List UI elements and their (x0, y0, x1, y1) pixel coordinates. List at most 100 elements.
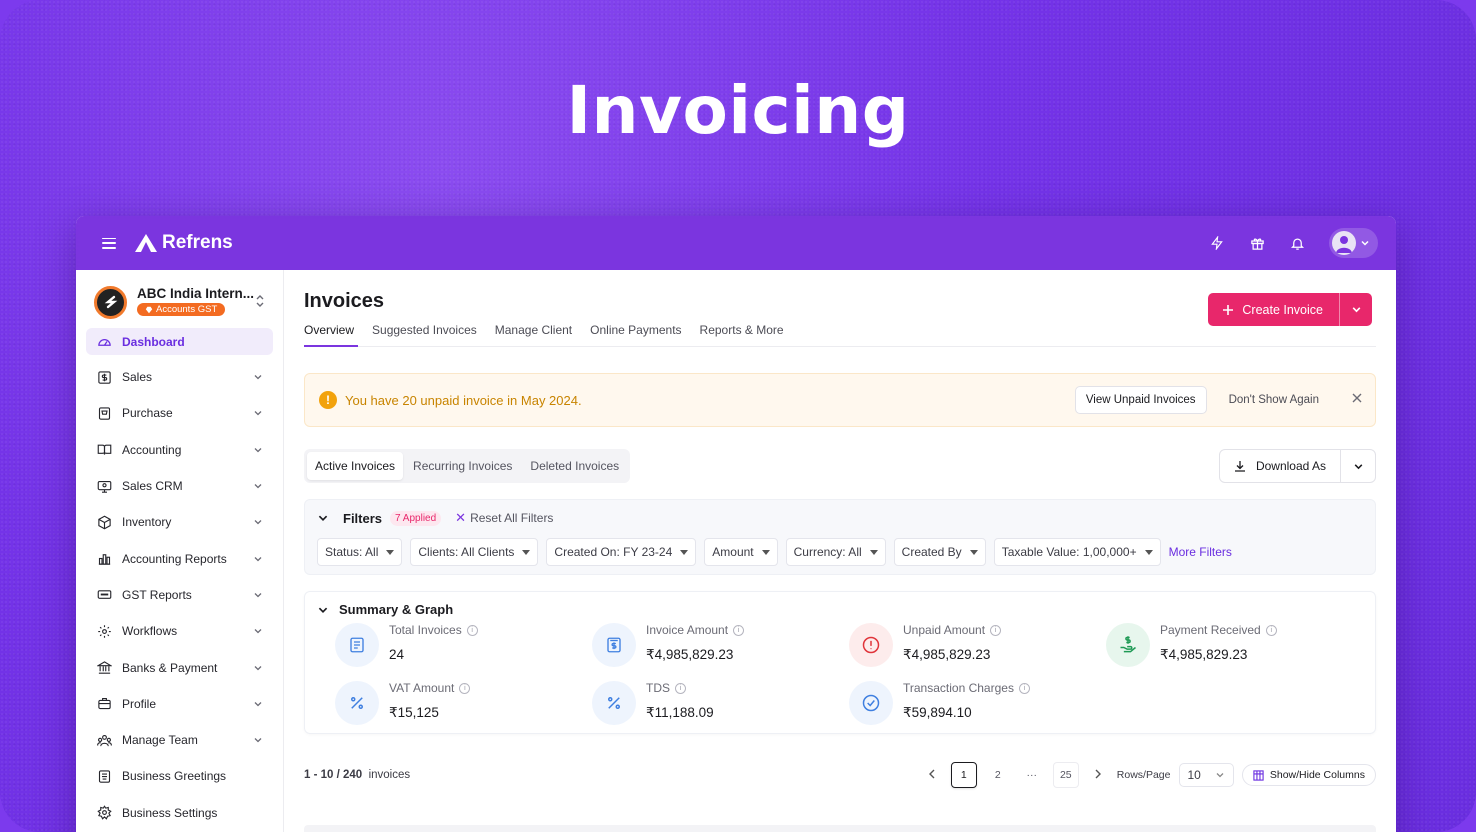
user-menu[interactable] (1329, 228, 1378, 258)
chevron-down-icon (254, 629, 262, 634)
gift-icon[interactable] (1249, 235, 1265, 251)
create-invoice-button[interactable]: Create Invoice (1208, 293, 1340, 326)
brand-logo[interactable]: Refrens (134, 232, 233, 254)
caret-down-icon (1144, 549, 1153, 555)
alert-circle-icon (849, 623, 893, 667)
filter-currency[interactable]: Currency: All (785, 538, 886, 566)
top-bar: Refrens (76, 216, 1396, 270)
chevron-down-icon[interactable] (317, 604, 329, 616)
chevron-down-icon (254, 411, 262, 416)
chevron-right-icon[interactable] (1087, 768, 1109, 783)
sidebar-item-accounting-reports[interactable]: Accounting Reports (86, 540, 273, 576)
settings-icon (96, 805, 112, 821)
tab-manage-client[interactable]: Manage Client (495, 323, 572, 346)
filter-created-by[interactable]: Created By (893, 538, 986, 566)
close-icon[interactable] (1351, 391, 1363, 409)
more-filters-link[interactable]: More Filters (1169, 545, 1232, 559)
info-icon[interactable]: i (675, 682, 686, 694)
sidebar-item-inventory[interactable]: Inventory (86, 504, 273, 540)
percent-icon (592, 681, 636, 725)
bell-icon[interactable] (1289, 235, 1305, 251)
info-icon[interactable]: i (990, 624, 1002, 636)
sidebar-item-gst-reports[interactable]: GST Reports (86, 577, 273, 613)
segment-deleted-invoices[interactable]: Deleted Invoices (522, 452, 627, 480)
briefcase-icon (96, 696, 112, 712)
chevron-down-icon (254, 447, 262, 453)
filter-clients[interactable]: Clients: All Clients (410, 538, 539, 566)
sidebar-item-profile[interactable]: Profile (86, 686, 273, 722)
create-invoice-dropdown[interactable] (1340, 293, 1372, 326)
info-icon[interactable]: i (466, 624, 478, 636)
download-button-group: Download As (1218, 449, 1376, 483)
filter-created-on[interactable]: Created On: FY 23-24 (546, 538, 697, 566)
lightning-icon[interactable] (1209, 235, 1225, 251)
chevron-down-icon (254, 556, 262, 562)
org-name: ABC India Intern... (137, 285, 255, 301)
chevron-down-icon[interactable] (317, 512, 329, 524)
sidebar-item-business-greetings[interactable]: Business Greetings (86, 758, 273, 794)
stat-invoice-amount: Invoice Amount i ₹4,985,829.23 (592, 623, 849, 667)
sidebar-item-banks-payment[interactable]: Banks & Payment (86, 649, 273, 685)
chevron-down-icon (254, 484, 262, 489)
caret-down-icon (761, 549, 770, 555)
switch-org-icon[interactable] (255, 294, 265, 311)
sidebar-item-manage-team[interactable]: Manage Team (86, 722, 273, 758)
filter-taxable-value[interactable]: Taxable Value: 1,00,000+ (993, 538, 1161, 566)
show-hide-columns-button[interactable]: Show/Hide Columns (1241, 764, 1376, 786)
info-icon[interactable]: i (733, 624, 745, 636)
tab-suggested-invoices[interactable]: Suggested Invoices (372, 323, 477, 346)
view-unpaid-invoices-button[interactable]: View Unpaid Invoices (1074, 386, 1207, 414)
chevron-down-icon (1352, 307, 1360, 313)
chevron-left-icon[interactable] (921, 768, 943, 783)
info-icon[interactable]: i (1018, 682, 1030, 694)
diamond-icon (145, 306, 153, 313)
chevron-down-icon (1354, 463, 1362, 469)
sidebar-item-business-settings[interactable]: Business Settings (86, 795, 273, 831)
filters-applied-badge: 7 Applied (390, 510, 442, 526)
page-2[interactable]: 2 (985, 762, 1011, 788)
check-circle-icon (849, 681, 893, 725)
bar-chart-icon (96, 551, 112, 567)
org-switcher[interactable]: ABC India Intern... Accounts GST (86, 282, 273, 322)
info-icon[interactable]: i (1265, 624, 1277, 636)
tab-online-payments[interactable]: Online Payments (590, 323, 681, 346)
document-list-icon (335, 623, 379, 667)
workflow-gear-icon (96, 623, 112, 639)
dont-show-again-button[interactable]: Don't Show Again (1221, 394, 1327, 406)
avatar (1332, 231, 1356, 255)
filter-amount[interactable]: Amount (704, 538, 778, 566)
menu-icon[interactable] (102, 237, 116, 249)
chevron-down-icon (254, 592, 262, 598)
download-dropdown[interactable] (1341, 450, 1375, 482)
caret-down-icon (386, 549, 395, 555)
rows-per-page-select[interactable]: 10 (1178, 763, 1234, 787)
sidebar-item-sales-crm[interactable]: Sales CRM (86, 468, 273, 504)
page-1[interactable]: 1 (950, 762, 977, 788)
sidebar-item-dashboard[interactable]: Dashboard (86, 328, 273, 355)
tab-reports-more[interactable]: Reports & More (700, 323, 784, 346)
dollar-icon (96, 369, 112, 385)
segment-active-invoices[interactable]: Active Invoices (307, 452, 404, 480)
percent-icon (335, 681, 379, 725)
filters-title: Filters (343, 510, 383, 526)
chevron-down-icon (254, 375, 262, 380)
filter-status[interactable]: Status: All (317, 538, 403, 566)
page-25[interactable]: 25 (1052, 762, 1079, 788)
sidebar-item-sales[interactable]: Sales (86, 359, 273, 395)
sidebar-item-accounting[interactable]: Accounting (86, 432, 273, 468)
segment-recurring-invoices[interactable]: Recurring Invoices (405, 452, 520, 480)
org-plan-badge: Accounts GST (137, 303, 226, 316)
background-frame: Invoicing Refrens ABC India Intern... Ac… (0, 0, 1476, 832)
reset-filters-button[interactable]: ✕ Reset All Filters (455, 510, 553, 526)
download-as-button[interactable]: Download As (1220, 450, 1341, 482)
stat-tds: TDS i ₹11,188.09 (592, 681, 849, 725)
sidebar-item-workflows[interactable]: Workflows (86, 613, 273, 649)
info-icon[interactable]: i (459, 682, 471, 694)
close-icon: ✕ (455, 510, 467, 525)
hero-title: Invoicing (566, 72, 910, 149)
tab-overview[interactable]: Overview (304, 323, 359, 347)
sidebar-item-purchase[interactable]: Purchase (86, 395, 273, 431)
filters-panel: Filters 7 Applied ✕ Reset All Filters St… (304, 499, 1376, 575)
warning-icon: ! (319, 391, 337, 409)
invoice-dollar-icon (592, 623, 636, 667)
